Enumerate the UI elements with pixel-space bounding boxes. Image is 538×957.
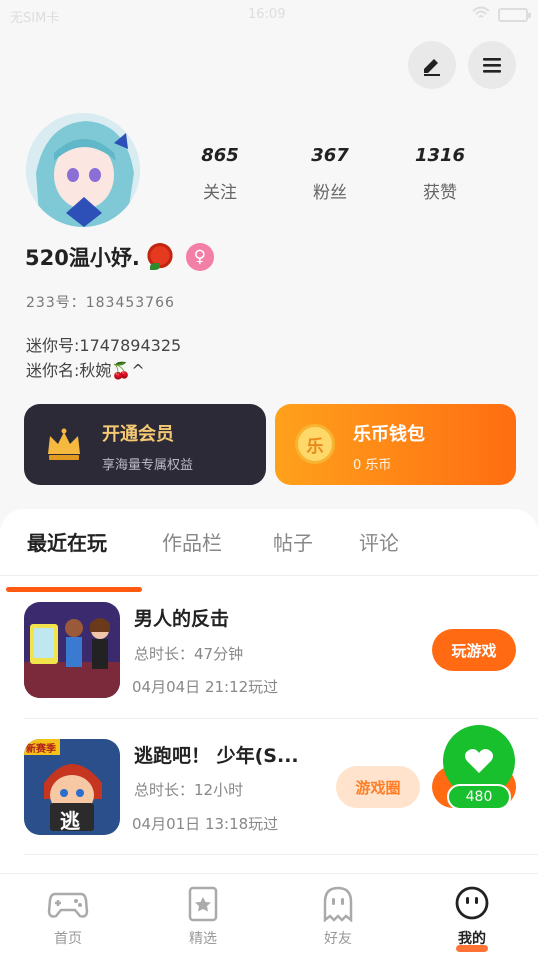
tab-posts[interactable]: 帖子 (273, 527, 313, 556)
rose-icon (145, 243, 174, 271)
nickname: 520温小妤. (25, 246, 140, 270)
vip-subtitle: 享海量专属权益 (102, 458, 194, 473)
game-title: 男人的反击 (134, 608, 230, 630)
game-circle-button[interactable]: 游戏圈 (336, 766, 420, 808)
wallet-balance: 0 乐币 (353, 458, 392, 473)
mini-id: 迷你号:1747894325 (26, 336, 182, 355)
wallet-card[interactable]: 乐 乐币钱包 0 乐币 (275, 404, 516, 485)
vip-title: 开通会员 (102, 424, 174, 445)
fans-label: 粉丝 (313, 183, 347, 203)
nav-me-label: 我的 (458, 931, 486, 947)
crown-icon (48, 428, 80, 460)
fans-count: 367 (311, 145, 349, 166)
tab-bar: 最近在玩 作品栏 帖子 评论 (0, 527, 538, 592)
status-bar: 无SIM卡 16:09 (0, 0, 538, 30)
avatar[interactable] (26, 113, 140, 227)
coin-icon: 乐 (295, 424, 335, 464)
heart-icon (464, 749, 494, 773)
ghost-icon (323, 886, 353, 922)
menu-icon (483, 58, 501, 73)
season-badge: 新赛季 (26, 744, 56, 755)
tabs-divider (0, 575, 538, 576)
likes-label: 获赞 (423, 183, 457, 203)
avatar-image (26, 113, 140, 227)
game-duration: 总时长：12小时 (134, 781, 244, 799)
row-divider (24, 854, 538, 855)
game-thumbnail (24, 602, 120, 698)
user-id: 233号：183453766 (26, 295, 175, 311)
nickname-row: 520温小妤. ♀ (25, 242, 214, 272)
tab-works[interactable]: 作品栏 (162, 527, 222, 556)
pen-icon (424, 59, 440, 76)
clock: 16:09 (248, 7, 286, 22)
nav-home-label: 首页 (54, 931, 82, 947)
like-count: 480 (447, 784, 511, 810)
bottom-nav: 首页 精选 好友 我的 (0, 873, 538, 957)
game-last-played: 04月04日 21:12玩过 (132, 678, 279, 696)
stat-following[interactable]: 865 关注 (180, 145, 260, 203)
smiley-icon (455, 886, 489, 920)
carrier-text: 无SIM卡 (10, 11, 60, 26)
likes-count: 1316 (414, 145, 466, 166)
vip-card[interactable]: 开通会员 享海量专属权益 (24, 404, 266, 485)
nav-featured-label: 精选 (189, 931, 217, 947)
nav-me[interactable]: 我的 (427, 886, 517, 952)
game-title: 逃跑吧！ 少年(S... (134, 745, 299, 767)
following-label: 关注 (203, 183, 237, 203)
wallet-title: 乐币钱包 (353, 424, 425, 445)
tab-comments[interactable]: 评论 (359, 527, 399, 556)
stat-fans[interactable]: 367 粉丝 (290, 145, 370, 203)
nav-friends-label: 好友 (324, 931, 352, 947)
profile-stats: 865 关注 367 粉丝 1316 获赞 (180, 145, 480, 203)
game-row[interactable]: 男人的反击 总时长：47分钟 04月04日 21:12玩过 玩游戏 (0, 583, 538, 718)
nav-featured[interactable]: 精选 (158, 886, 248, 948)
battery-icon (498, 8, 531, 22)
game-thumbnail: 新赛季 逃 (24, 739, 120, 835)
female-icon: ♀ (185, 243, 214, 271)
tab-recent[interactable]: 最近在玩 (27, 527, 107, 556)
wifi-icon (472, 6, 490, 24)
star-card-icon (188, 886, 218, 922)
following-count: 865 (201, 145, 239, 166)
gamepad-icon (47, 892, 89, 918)
mini-name: 迷你名:秋婉🍒^ (26, 361, 145, 380)
play-game-button[interactable]: 玩游戏 (432, 629, 516, 671)
nav-friends[interactable]: 好友 (293, 886, 383, 948)
game-duration: 总时长：47分钟 (134, 645, 244, 663)
stat-likes[interactable]: 1316 获赞 (400, 145, 480, 203)
edit-profile-button[interactable] (408, 41, 456, 89)
game-last-played: 04月01日 13:18玩过 (132, 815, 279, 833)
nav-home[interactable]: 首页 (23, 886, 113, 948)
like-float-button[interactable]: 480 (443, 725, 515, 813)
menu-button[interactable] (468, 41, 516, 89)
thumb-label: 逃 (60, 809, 80, 833)
